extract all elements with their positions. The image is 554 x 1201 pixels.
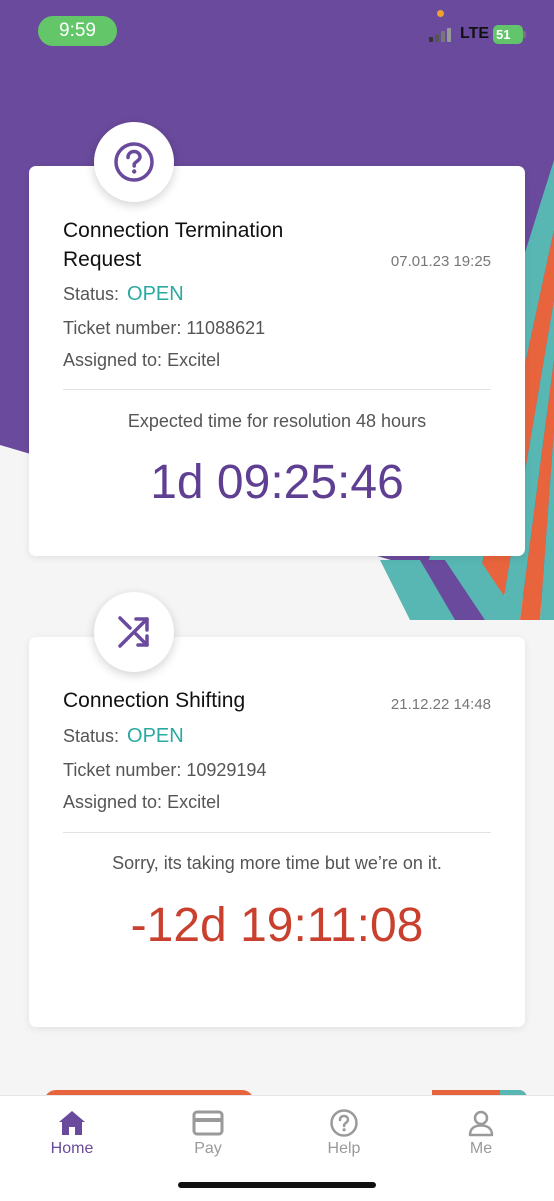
- shuffle-icon: [118, 616, 149, 648]
- ticket-title: Connection Termination Request: [63, 216, 283, 274]
- network-type: LTE: [460, 25, 490, 42]
- ticket-title-line: Request: [63, 248, 142, 271]
- status-bar: 9:59 LTE 51: [0, 0, 554, 64]
- ticket-card[interactable]: Connection Termination Request 07.01.23 …: [29, 166, 525, 556]
- resolution-timer: -12d 19:11:08: [130, 899, 424, 952]
- privacy-indicator-dot: [437, 10, 444, 17]
- ticket-date: 07.01.23 19:25: [390, 253, 491, 270]
- ticket-icon-badge: [94, 122, 174, 202]
- tab-label: Me: [469, 1140, 493, 1157]
- status-badge: OPEN: [127, 725, 184, 747]
- person-icon: [468, 1110, 494, 1137]
- home-icon: [59, 1111, 85, 1135]
- delay-note: Sorry, its taking more time but we’re on…: [112, 853, 442, 873]
- divider: [63, 389, 491, 390]
- ticket-title-line: Connection Termination: [63, 219, 284, 242]
- ticket-status: Status: OPEN: [63, 283, 184, 306]
- tab-me[interactable]: Me: [436, 1108, 526, 1158]
- battery-tip: [523, 31, 526, 38]
- resolution-note: Expected time for resolution 48 hours: [127, 411, 427, 431]
- question-circle-icon: [114, 142, 154, 182]
- home-indicator: [178, 1182, 376, 1188]
- resolution-timer: 1d 09:25:46: [150, 456, 404, 509]
- ticket-number: Ticket number: 10929194: [63, 760, 267, 780]
- tab-pay[interactable]: Pay: [163, 1108, 253, 1158]
- ticket-title: Connection Shifting: [63, 686, 245, 715]
- ticket-number: Ticket number: 11088621: [63, 318, 266, 338]
- ticket-date: 21.12.22 14:48: [390, 696, 491, 713]
- signal-icon: [429, 26, 455, 42]
- status-label: Status:: [63, 284, 120, 304]
- battery-level: 51: [496, 27, 511, 42]
- status-time: 9:59: [38, 16, 117, 46]
- ticket-assignee: Assigned to: Excitel: [63, 350, 221, 370]
- battery-icon: 51: [493, 25, 523, 44]
- tab-home[interactable]: Home: [27, 1108, 117, 1158]
- divider: [63, 832, 491, 833]
- status-badge: OPEN: [127, 283, 184, 305]
- ticket-icon-badge: [94, 592, 174, 672]
- tab-label: Home: [50, 1140, 94, 1157]
- help-icon: [330, 1109, 358, 1137]
- card-icon: [192, 1110, 224, 1136]
- tab-label: Pay: [194, 1140, 222, 1157]
- tab-help[interactable]: Help: [299, 1108, 389, 1158]
- ticket-status: Status: OPEN: [63, 725, 184, 748]
- ticket-title-line: Connection Shifting: [63, 689, 246, 712]
- tab-label: Help: [327, 1140, 361, 1157]
- ticket-assignee: Assigned to: Excitel: [63, 792, 221, 812]
- status-label: Status:: [63, 726, 120, 746]
- ticket-card[interactable]: Connection Shifting 21.12.22 14:48 Statu…: [29, 637, 525, 1027]
